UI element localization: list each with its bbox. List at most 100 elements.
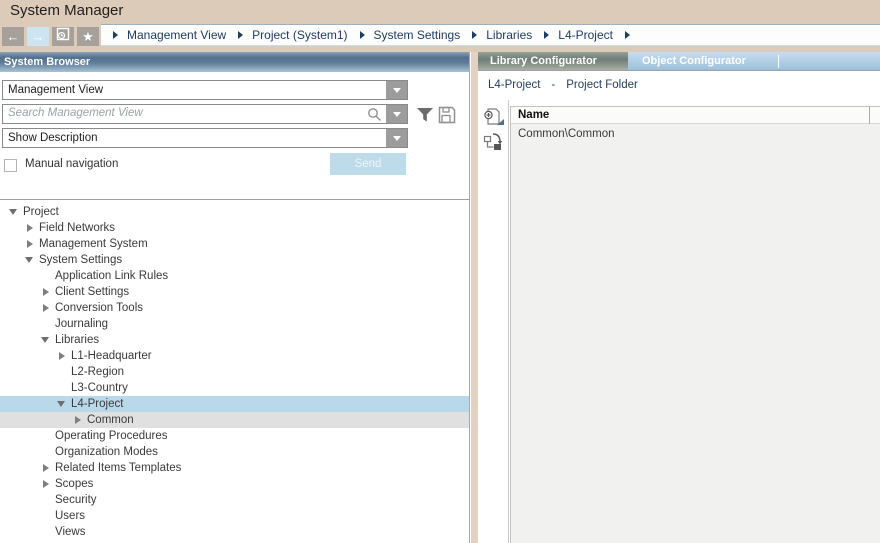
expand-icon[interactable] (41, 476, 53, 492)
breadcrumb-arrow-icon (544, 31, 549, 39)
tab-library-configurator[interactable]: Library Configurator (478, 52, 628, 70)
breadcrumb-item-system-settings[interactable]: System Settings (374, 28, 461, 42)
save-search-button[interactable] (438, 106, 456, 127)
insert-library-button[interactable] (482, 107, 506, 129)
tree-item-organization-modes[interactable]: Organization Modes (0, 444, 469, 460)
expand-icon[interactable] (25, 236, 37, 252)
manual-navigation-checkbox[interactable] (4, 159, 17, 172)
tree-item-libraries[interactable]: Libraries (0, 332, 469, 348)
configurator-toolbar (478, 100, 509, 543)
list-item-common-common[interactable]: Common\Common (511, 124, 880, 140)
panel-gap (471, 52, 478, 543)
tree-item-conversion-tools[interactable]: Conversion Tools (0, 300, 469, 316)
tree-indent-spacer (41, 444, 53, 460)
save-icon (438, 106, 456, 124)
panel-title: System Browser (0, 52, 469, 72)
view-selector-dropdown[interactable]: Management View (2, 80, 408, 100)
navigation-toolbar: ← → ★ Management View Project (System1) Sy… (0, 24, 880, 52)
history-button[interactable] (52, 27, 74, 46)
back-arrow-icon: ← (7, 29, 20, 44)
tree-item-system-settings[interactable]: System Settings (0, 252, 469, 268)
search-input[interactable]: Search Management View (2, 104, 408, 124)
tree-indent-spacer (41, 492, 53, 508)
tree-item-field-networks[interactable]: Field Networks (0, 220, 469, 236)
display-selector-arrow-button[interactable] (386, 129, 407, 147)
expand-icon[interactable] (73, 412, 85, 428)
selected-object-name: L4-Project (488, 79, 540, 91)
search-options-arrow-button[interactable] (386, 105, 407, 123)
tree-item-l2-region[interactable]: L2-Region (0, 364, 469, 380)
tree-item-scopes[interactable]: Scopes (0, 476, 469, 492)
tree-item-project[interactable]: Project (0, 204, 469, 220)
back-button[interactable]: ← (2, 27, 24, 46)
tree-item-label: Scopes (55, 478, 93, 490)
expand-icon[interactable] (41, 460, 53, 476)
tree-item-related-items-templates[interactable]: Related Items Templates (0, 460, 469, 476)
tree-item-common[interactable]: Common (0, 412, 469, 428)
view-selector-value: Management View (8, 84, 103, 96)
forward-button[interactable]: → (27, 27, 49, 46)
collapse-icon[interactable] (9, 204, 21, 220)
breadcrumb-item-management-view[interactable]: Management View (127, 28, 226, 42)
display-selector-value: Show Description (8, 132, 97, 144)
column-header-name[interactable]: Name (511, 107, 880, 124)
breadcrumb-arrow-icon (360, 31, 365, 39)
assign-structure-button[interactable] (482, 132, 506, 154)
breadcrumb-item-project-system1[interactable]: Project (System1) (252, 28, 347, 42)
expand-icon[interactable] (25, 220, 37, 236)
column-divider[interactable] (869, 107, 870, 124)
tree: Project Field Networks Management SystemSy… (0, 204, 469, 540)
search-icon[interactable] (367, 107, 382, 122)
column-header-label: Name (518, 109, 549, 121)
panel-separator (0, 199, 469, 200)
collapse-icon[interactable] (57, 396, 69, 412)
view-selector-arrow-button[interactable] (386, 81, 407, 99)
tree-item-label: Organization Modes (55, 446, 158, 458)
filter-button[interactable] (416, 107, 434, 126)
favorites-button[interactable]: ★ (77, 27, 99, 46)
tree-item-application-link-rules[interactable]: Application Link Rules (0, 268, 469, 284)
expand-icon[interactable] (57, 348, 69, 364)
send-button[interactable]: Send (330, 153, 406, 175)
tree-item-views[interactable]: Views (0, 524, 469, 540)
tree-item-label: L4-Project (71, 398, 123, 410)
breadcrumb: Management View Project (System1) System S… (101, 24, 880, 46)
tree-item-label: Field Networks (39, 222, 115, 234)
tree-item-l3-country[interactable]: L3-Country (0, 380, 469, 396)
history-icon (56, 27, 70, 41)
tree-item-label: Application Link Rules (55, 270, 168, 282)
display-selector-dropdown[interactable]: Show Description (2, 128, 408, 148)
tree-indent-spacer (41, 268, 53, 284)
star-icon: ★ (82, 29, 94, 44)
forward-arrow-icon: → (32, 29, 45, 44)
tree-item-label: L1-Headquarter (71, 350, 152, 362)
tree-item-client-settings[interactable]: Client Settings (0, 284, 469, 300)
tree-indent-spacer (41, 428, 53, 444)
tree-item-l1-headquarter[interactable]: L1-Headquarter (0, 348, 469, 364)
tree-item-management-system[interactable]: Management System (0, 236, 469, 252)
new-library-icon (483, 107, 505, 127)
collapse-icon[interactable] (25, 252, 37, 268)
tree-item-label: Project (23, 206, 59, 218)
collapse-icon[interactable] (41, 332, 53, 348)
selected-object-summary: L4-Project - Project Folder (488, 79, 638, 91)
breadcrumb-arrow-icon (625, 31, 630, 39)
tree-item-security[interactable]: Security (0, 492, 469, 508)
tab-object-configurator[interactable]: Object Configurator (630, 52, 777, 70)
tree-item-l4-project[interactable]: L4-Project (0, 396, 469, 412)
tree-indent-spacer (57, 364, 69, 380)
filter-funnel-icon (416, 107, 434, 123)
expand-icon[interactable] (41, 284, 53, 300)
breadcrumb-arrow-icon (238, 31, 243, 39)
breadcrumb-item-libraries[interactable]: Libraries (486, 28, 532, 42)
tree-item-operating-procedures[interactable]: Operating Procedures (0, 428, 469, 444)
tree-item-users[interactable]: Users (0, 508, 469, 524)
tree-indent-spacer (41, 508, 53, 524)
tree-item-label: Conversion Tools (55, 302, 143, 314)
system-browser-panel: System Browser Management View Search Ma… (0, 52, 470, 543)
expand-icon[interactable] (41, 300, 53, 316)
tree-item-journaling[interactable]: Journaling (0, 316, 469, 332)
tree-item-label: Users (55, 510, 85, 522)
tree-item-label: Libraries (55, 334, 99, 346)
breadcrumb-item-l4-project[interactable]: L4-Project (558, 28, 613, 42)
